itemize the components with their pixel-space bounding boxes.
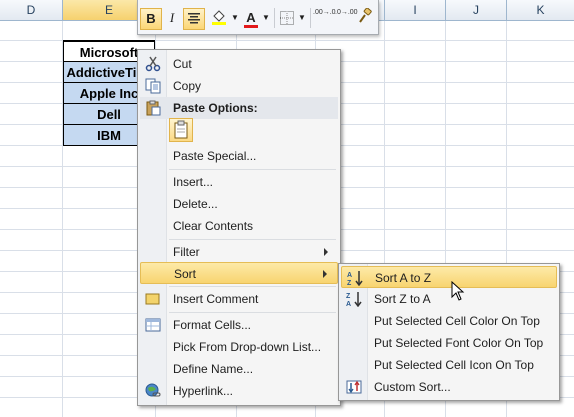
menu-item-define-name-label: Define Name... — [173, 362, 254, 376]
fill-color-dropdown[interactable]: ▼ — [231, 8, 239, 28]
menu-separator — [169, 239, 336, 240]
menu-item-sort-label: Sort — [174, 267, 197, 281]
menu-item-filter[interactable]: Filter — [140, 241, 338, 263]
increase-decimal-icon: .00→.0 — [313, 9, 336, 16]
menu-separator — [169, 312, 336, 313]
svg-text:Z: Z — [346, 293, 351, 300]
menu-item-format-cells-label: Format Cells... — [173, 318, 252, 332]
sort-descending-icon: Z A — [346, 292, 362, 307]
menu-item-insert-label: Insert... — [173, 175, 214, 189]
sort-ascending-icon: A Z — [347, 271, 363, 286]
menu-item-delete-label: Delete... — [173, 197, 218, 211]
column-header-k[interactable]: K — [507, 0, 574, 20]
menu-separator — [169, 286, 336, 287]
borders-dropdown[interactable]: ▼ — [298, 8, 306, 28]
context-menu: Cut Copy Paste Options: Paste Special...… — [137, 49, 341, 406]
decrease-decimal-icon: .0→.00 — [335, 9, 358, 16]
menu-item-cut[interactable]: Cut — [140, 53, 338, 75]
cell-icon-on-top-label: Put Selected Cell Icon On Top — [374, 358, 534, 372]
comment-icon — [145, 293, 160, 305]
menu-item-font-color-on-top[interactable]: Put Selected Font Color On Top — [341, 332, 557, 354]
menu-item-format-cells[interactable]: Format Cells... — [140, 314, 338, 336]
scissors-icon — [145, 56, 161, 72]
custom-sort-icon — [346, 380, 362, 394]
menu-item-copy[interactable]: Copy — [140, 75, 338, 97]
menu-item-sort-z-to-a[interactable]: Z A Sort Z to A — [341, 288, 557, 310]
fill-color-button[interactable] — [208, 8, 230, 28]
paste-option-button[interactable] — [169, 118, 193, 142]
menu-item-pick-from-list-label: Pick From Drop-down List... — [173, 340, 322, 354]
sort-submenu: A Z Sort A to Z Z A Sort Z to A Put Sele… — [338, 263, 560, 401]
menu-item-paste-special-label: Paste Special... — [173, 149, 257, 163]
svg-text:A: A — [347, 272, 352, 279]
menu-item-paste-special[interactable]: Paste Special... — [140, 145, 338, 167]
svg-text:Z: Z — [347, 280, 352, 286]
paste-clipboard-icon — [174, 120, 188, 139]
column-header-j[interactable]: J — [446, 0, 507, 20]
menu-paste-options-header: Paste Options: — [140, 97, 338, 119]
copy-icon — [145, 78, 161, 94]
submenu-arrow-icon — [324, 248, 328, 256]
italic-button[interactable]: I — [164, 8, 180, 28]
submenu-arrow-icon — [323, 270, 327, 278]
menu-separator — [169, 169, 336, 170]
menu-item-insert-comment[interactable]: Insert Comment — [140, 288, 338, 310]
decrease-decimal-button[interactable]: .0→.00 — [335, 8, 358, 28]
menu-item-pick-from-list[interactable]: Pick From Drop-down List... — [140, 336, 338, 358]
sort-z-to-a-label: Sort Z to A — [374, 292, 431, 306]
hyperlink-icon — [145, 383, 161, 397]
menu-item-delete[interactable]: Delete... — [140, 193, 338, 215]
menu-item-clear-contents[interactable]: Clear Contents — [140, 215, 338, 237]
cell-color-on-top-label: Put Selected Cell Color On Top — [374, 314, 540, 328]
column-header-i[interactable]: I — [385, 0, 446, 20]
format-painter-icon — [359, 7, 372, 23]
menu-item-hyperlink-label: Hyperlink... — [173, 384, 234, 398]
menu-item-sort-a-to-z[interactable]: A Z Sort A to Z — [341, 266, 557, 288]
menu-item-custom-sort[interactable]: Custom Sort... — [341, 376, 557, 398]
mini-toolbar: B I ▼ A ▼ ▼ .00→.0 .0→.00 — [137, 0, 379, 35]
center-align-button[interactable] — [183, 8, 205, 30]
center-align-icon — [188, 13, 200, 24]
menu-item-filter-label: Filter — [173, 245, 200, 259]
format-cells-icon — [145, 318, 161, 332]
clipboard-icon — [146, 100, 161, 116]
font-color-dropdown[interactable]: ▼ — [262, 8, 270, 28]
fill-color-icon — [212, 10, 226, 25]
font-color-button[interactable]: A — [242, 8, 260, 28]
menu-item-cell-icon-on-top[interactable]: Put Selected Cell Icon On Top — [341, 354, 557, 376]
column-header-d[interactable]: D — [0, 0, 63, 20]
font-color-letter: A — [246, 10, 256, 25]
svg-text:A: A — [346, 301, 351, 307]
borders-button[interactable] — [278, 8, 296, 28]
menu-item-hyperlink[interactable]: Hyperlink... — [140, 380, 338, 402]
menu-item-cell-color-on-top[interactable]: Put Selected Cell Color On Top — [341, 310, 557, 332]
custom-sort-label: Custom Sort... — [374, 380, 451, 394]
borders-icon — [280, 11, 294, 25]
sort-a-to-z-label: Sort A to Z — [375, 271, 432, 285]
menu-item-copy-label: Copy — [173, 79, 202, 93]
menu-item-insert-comment-label: Insert Comment — [173, 292, 259, 306]
menu-item-cut-label: Cut — [173, 57, 192, 71]
paste-options-label: Paste Options: — [173, 101, 258, 115]
menu-item-define-name[interactable]: Define Name... — [140, 358, 338, 380]
font-color-on-top-label: Put Selected Font Color On Top — [374, 336, 544, 350]
menu-item-sort[interactable]: Sort — [140, 262, 338, 284]
menu-item-insert[interactable]: Insert... — [140, 171, 338, 193]
mouse-cursor-icon — [451, 281, 465, 301]
format-painter-button[interactable] — [356, 7, 374, 28]
increase-decimal-button[interactable]: .00→.0 — [313, 8, 336, 28]
bold-button[interactable]: B — [140, 8, 162, 30]
menu-item-clear-contents-label: Clear Contents — [173, 219, 254, 233]
